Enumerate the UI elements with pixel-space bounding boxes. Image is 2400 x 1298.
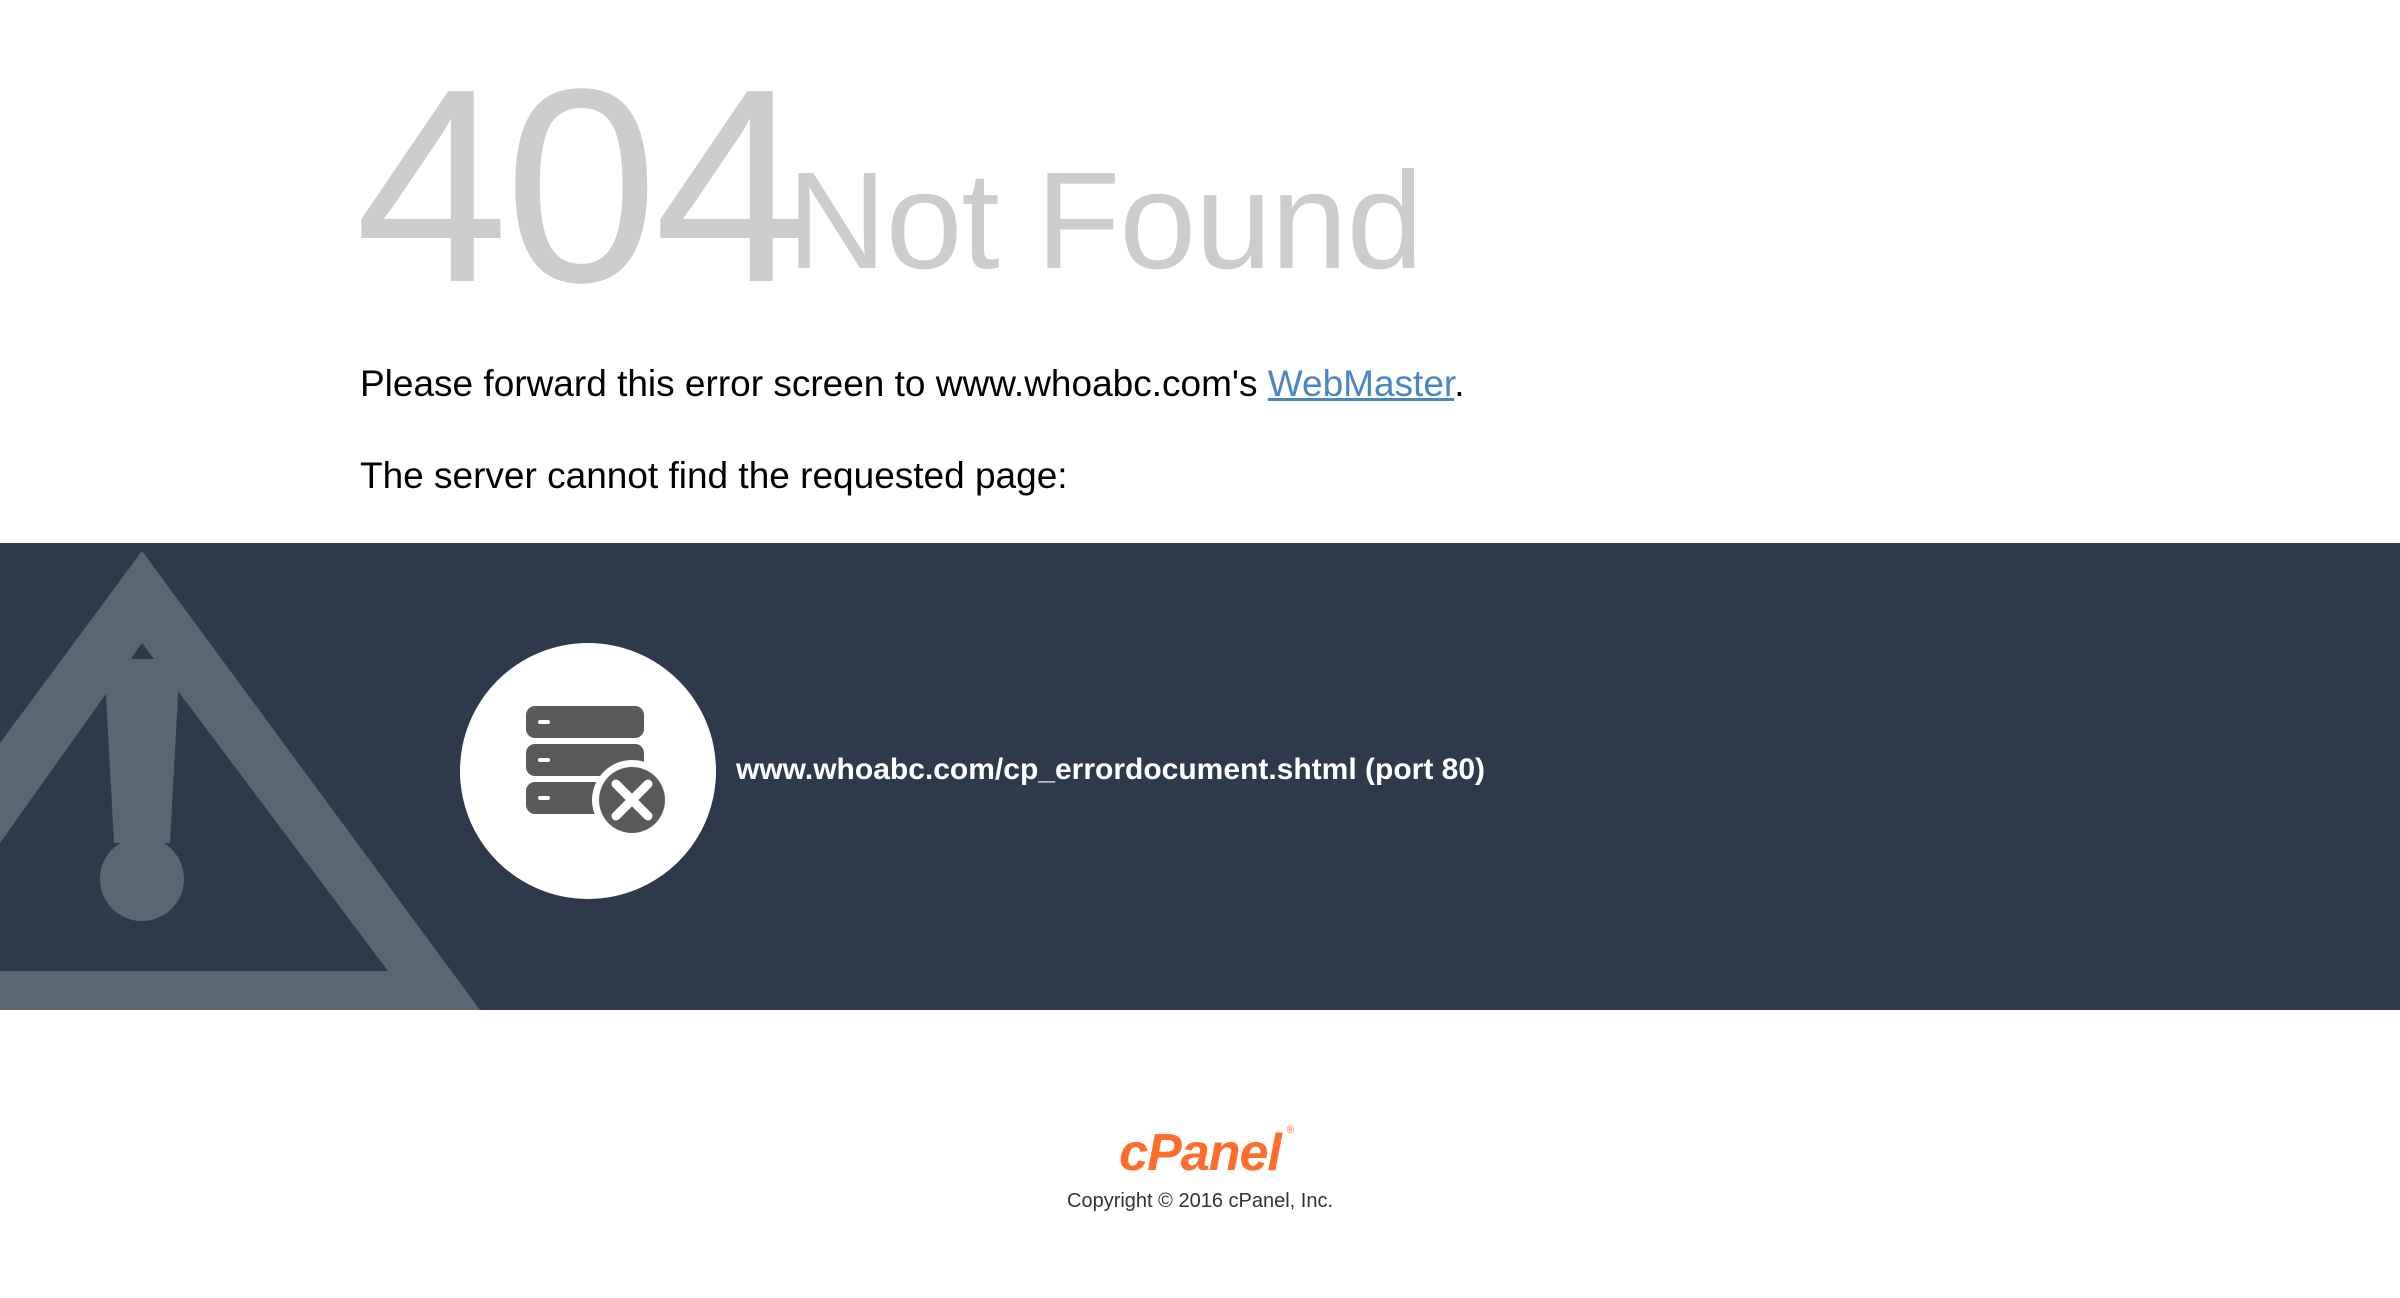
- error-title: Not Found: [787, 144, 1423, 298]
- error-code: 404: [355, 32, 807, 340]
- webmaster-link[interactable]: WebMaster: [1268, 363, 1454, 404]
- cpanel-logo-text: cPanel: [1119, 1124, 1282, 1182]
- forward-message: Please forward this error screen to www.…: [360, 362, 1464, 406]
- warning-triangle-icon: [0, 551, 480, 1010]
- server-message: The server cannot find the requested pag…: [360, 455, 1068, 496]
- requested-url: www.whoabc.com/cp_errordocument.shtml (p…: [736, 753, 1486, 786]
- registered-mark: ®: [1286, 1125, 1293, 1136]
- error-band: www.whoabc.com/cp_errordocument.shtml (p…: [0, 543, 2400, 1010]
- forward-message-suffix: .: [1454, 363, 1465, 404]
- forward-message-prefix: Please forward this error screen to www.…: [360, 363, 1268, 404]
- copyright-text: Copyright © 2016 cPanel, Inc.: [1067, 1190, 1333, 1212]
- server-error-icon: [526, 706, 672, 840]
- footer: cPanel ® Copyright © 2016 cPanel, Inc.: [0, 1124, 2400, 1214]
- error-page: 404 Not Found Please forward this error …: [0, 0, 2400, 1298]
- server-error-badge: [460, 643, 716, 899]
- cpanel-logo[interactable]: cPanel ®: [1119, 1124, 1294, 1182]
